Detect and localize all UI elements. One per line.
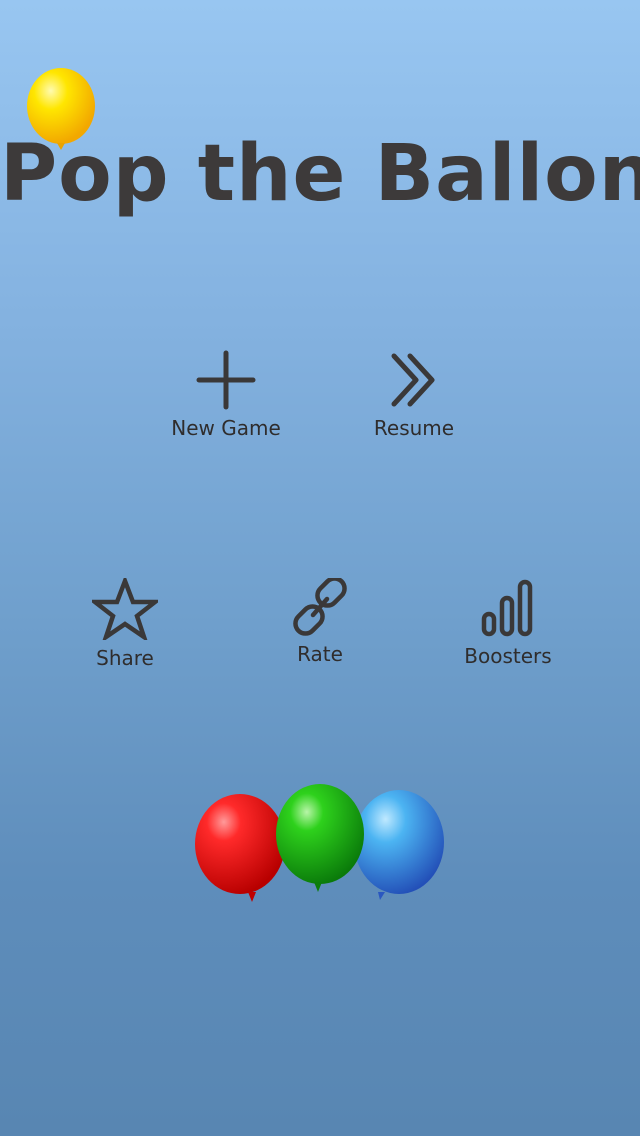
share-label: Share bbox=[96, 646, 154, 670]
rate-button[interactable]: Rate bbox=[275, 578, 365, 666]
resume-button[interactable]: Resume bbox=[358, 350, 470, 440]
plus-icon bbox=[196, 350, 256, 410]
link-icon bbox=[293, 578, 347, 636]
game-title: Pop the Ballon bbox=[0, 129, 640, 219]
rate-label: Rate bbox=[297, 642, 343, 666]
red-balloon-icon bbox=[195, 794, 285, 902]
star-icon bbox=[92, 578, 158, 640]
double-chevron-right-icon bbox=[391, 353, 435, 407]
signal-bars-icon bbox=[481, 579, 533, 637]
green-balloon-icon bbox=[276, 784, 364, 892]
boosters-label: Boosters bbox=[464, 644, 552, 668]
boosters-button[interactable]: Boosters bbox=[458, 578, 558, 668]
new-game-label: New Game bbox=[171, 416, 281, 440]
blue-balloon-icon bbox=[354, 790, 444, 900]
new-game-button[interactable]: New Game bbox=[166, 350, 286, 440]
balloon-cluster bbox=[195, 784, 444, 902]
share-button[interactable]: Share bbox=[80, 578, 170, 670]
resume-label: Resume bbox=[373, 416, 455, 440]
